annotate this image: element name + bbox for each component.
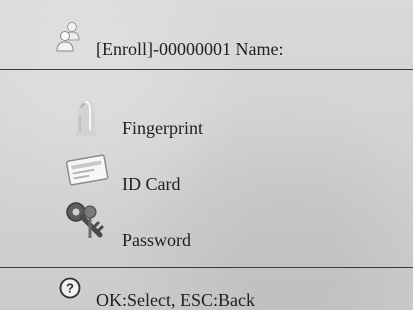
fingerprint-label: Fingerprint xyxy=(122,118,203,138)
header: [Enroll]-00000001 Name: xyxy=(0,0,413,69)
page-title: [Enroll]-00000001 Name: xyxy=(96,39,284,59)
header-divider xyxy=(0,69,413,70)
help-icon: ? xyxy=(59,277,81,299)
key-hint: OK:Select, ESC:Back xyxy=(96,290,255,310)
fingerprint-icon xyxy=(76,100,96,136)
key-icon xyxy=(66,202,104,238)
id-card-label: ID Card xyxy=(122,174,181,194)
users-icon xyxy=(56,22,80,52)
svg-text:?: ? xyxy=(66,281,74,296)
id-card-icon xyxy=(65,154,109,186)
enroll-screen: [Enroll]-00000001 Name: Fingerprint ID C… xyxy=(0,0,413,310)
menu-item-fingerprint[interactable]: Fingerprint xyxy=(58,80,358,138)
footer: ? OK:Select, ESC:Back xyxy=(0,268,413,310)
password-label: Password xyxy=(122,230,192,250)
menu-item-id-card[interactable]: ID Card xyxy=(58,150,358,200)
menu-item-password[interactable]: Password xyxy=(58,200,358,250)
